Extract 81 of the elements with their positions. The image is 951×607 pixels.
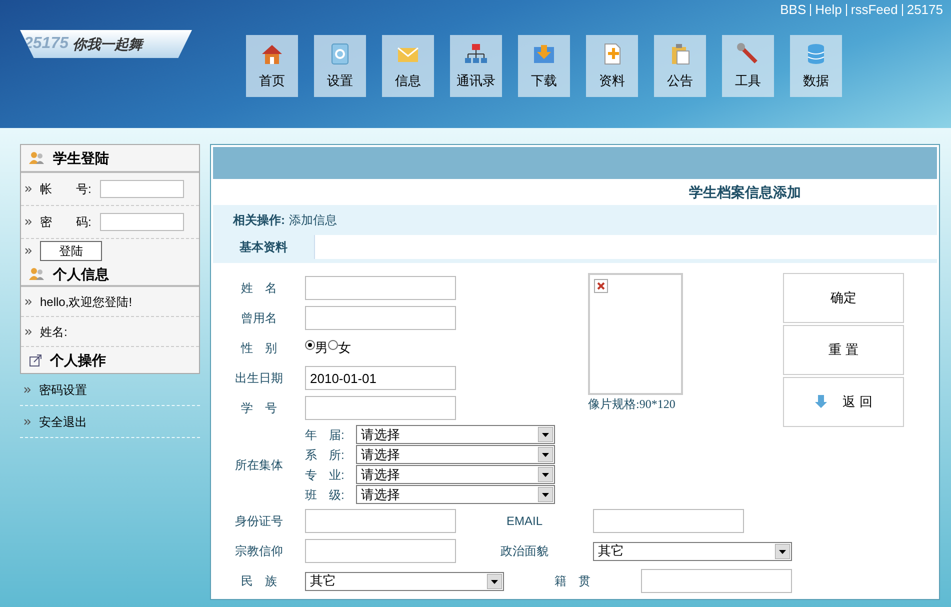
caret-icon [538,427,553,442]
text-field[interactable] [305,539,456,563]
input-field[interactable] [100,180,184,198]
nav-button[interactable]: 下载 [518,35,570,97]
panel-title: 个人操作 [50,350,106,370]
chevrons-icon [25,219,32,225]
chevrons-icon [24,418,31,424]
panel-title: 个人信息 [53,264,109,284]
caret-icon [538,467,553,482]
field-label: 政治面貌 [500,543,550,560]
dropdown[interactable]: 其它 [593,542,792,560]
input-field[interactable] [100,213,184,231]
field-label: 宗教信仰 [234,543,284,560]
radio-button[interactable] [328,340,338,350]
select-label: 系 所: [305,446,346,464]
panel-title: 学生登陆 [53,148,109,168]
sidebar-link[interactable]: 安全退出 [39,412,87,430]
field-label: 性 别 [240,340,278,357]
external-link-icon [29,354,42,366]
nav-button[interactable]: 资料 [586,35,638,97]
dropdown[interactable]: 请选择 [356,425,555,444]
dropdown[interactable]: 请选择 [356,445,555,464]
chevrons-icon [25,328,32,334]
text-field[interactable] [305,509,456,533]
ops-link[interactable]: 添加信息 [289,211,337,229]
select-label: 专 业: [305,466,346,484]
chevrons-icon [25,186,32,192]
photo-caption: 像片规格:90*120 [588,396,676,413]
people-icon [29,267,45,281]
nav-button[interactable]: 数据 [790,35,842,97]
chevrons-icon [24,386,31,392]
select-label: 班 级: [305,486,346,504]
chevrons-icon [25,248,32,254]
field-label: 出生日期 [234,370,284,387]
caret-icon [775,544,790,558]
nav-button[interactable]: 工具 [722,35,774,97]
text-field[interactable] [305,306,456,330]
field-label: 民 族 [240,573,278,590]
tab[interactable]: 基本资料 [213,235,315,259]
dropdown[interactable]: 请选择 [356,465,555,484]
text-field[interactable] [641,569,792,593]
text-field[interactable] [305,396,456,420]
caret-icon [487,574,502,588]
info-text: 姓名: [40,324,68,340]
field-label: 身份证号 [234,513,284,530]
caret-icon [538,447,553,462]
page-title: 学生档案信息添加 [689,182,801,202]
dropdown[interactable]: 其它 [305,572,504,590]
field-label: EMAIL [505,513,544,530]
radio-label: 女 [338,339,351,358]
radio-button[interactable] [305,340,315,350]
form-button[interactable]: 重 置 [783,325,904,375]
login-button[interactable]: 登陆 [40,241,102,261]
text-field[interactable] [305,276,456,300]
down-arrow-icon [814,395,827,409]
caret-icon [538,487,553,502]
field-label: 籍 贯 [554,573,592,590]
people-icon [29,151,45,165]
select-label: 年 届: [305,426,346,444]
broken-image-icon [594,279,608,293]
ops-label: 相关操作: [233,212,285,229]
nav-button[interactable]: 首页 [246,35,298,97]
info-text: hello,欢迎您登陆! [40,294,132,310]
field-label: 曾用名 [240,310,278,327]
sidebar-link[interactable]: 密码设置 [39,380,87,398]
text-field[interactable]: 2010-01-01 [305,366,456,390]
field-label: 帐 号: [40,181,92,198]
field-label: 姓 名 [240,280,278,297]
chevrons-icon [25,298,32,304]
form-button[interactable]: 返 回 [783,377,904,427]
field-label: 学 号 [240,400,278,417]
nav-button[interactable]: 公告 [654,35,706,97]
nav-button[interactable]: 信息 [382,35,434,97]
nav-button[interactable]: 通讯录 [450,35,502,97]
nav-button[interactable]: 设置 [314,35,366,97]
radio-label: 男 [315,339,328,358]
field-label: 密 码: [40,214,92,231]
text-field[interactable] [593,509,744,533]
form-button[interactable]: 确定 [783,273,904,323]
dropdown[interactable]: 请选择 [356,485,555,504]
field-label: 所在集体 [234,456,284,474]
